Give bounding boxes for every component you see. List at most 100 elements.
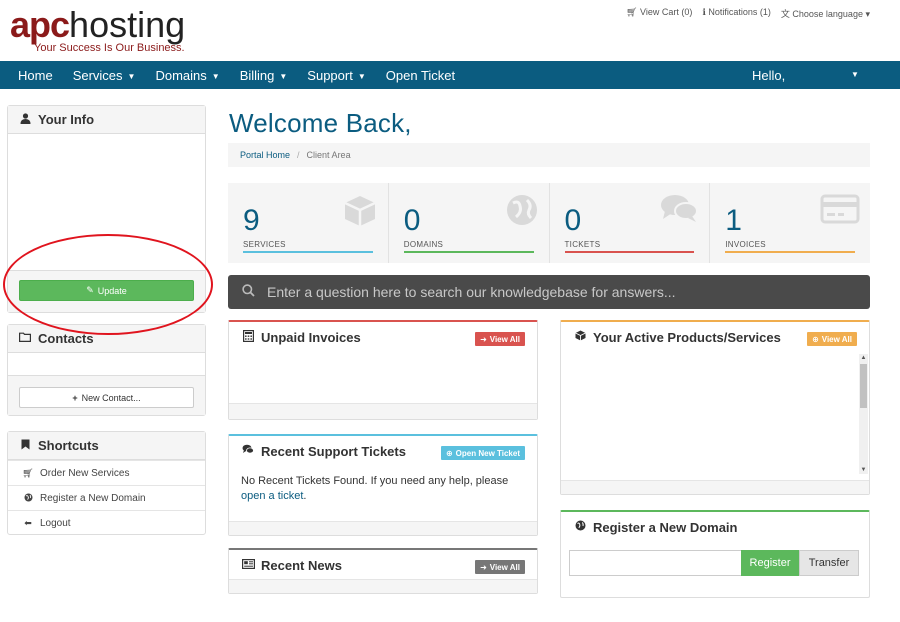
stat-value: 9 xyxy=(243,204,260,237)
logo-hosting: hosting xyxy=(69,4,186,45)
active-products-header: Your Active Products/Services ⊕ View All xyxy=(561,322,869,352)
nav-support[interactable]: Support ▼ xyxy=(297,68,375,83)
new-contact-label: New Contact... xyxy=(81,392,141,403)
recent-news-card: Recent News ➜ View All xyxy=(228,548,538,594)
update-info-button[interactable]: ✎ Update xyxy=(19,280,194,301)
knowledgebase-search-input[interactable] xyxy=(267,284,857,300)
breadcrumb: Portal Home / Client Area xyxy=(228,143,870,167)
stat-tile-domains[interactable]: 0 DOMAINS xyxy=(389,183,550,263)
caret-down-icon: ▼ xyxy=(127,71,136,81)
caret-down-icon: ▼ xyxy=(357,71,366,81)
recent-news-title: Recent News xyxy=(261,557,342,573)
newspaper-icon xyxy=(241,558,255,572)
no-tickets-message: No Recent Tickets Found. If you need any… xyxy=(241,474,526,504)
scroll-up-arrow-icon[interactable]: ▲ xyxy=(859,355,868,361)
shortcuts-title: Shortcuts xyxy=(38,438,99,453)
shortcut-order-new-services[interactable]: 🛒︎ Order New Services xyxy=(8,460,205,485)
cart-icon: 🛒︎ xyxy=(22,467,34,478)
notifications-link[interactable]: ℹ Notifications (1) xyxy=(702,7,770,20)
stat-accent-bar xyxy=(403,251,534,253)
notifications-label: Notifications (1) xyxy=(708,7,771,17)
active-products-view-all-button[interactable]: ⊕ View All xyxy=(807,332,857,346)
recent-news-header: Recent News ➜ View All xyxy=(229,550,537,580)
stat-accent-bar xyxy=(564,251,695,253)
logo-apc: apc xyxy=(10,4,70,45)
unpaid-invoices-header: Unpaid Invoices ➜ View All xyxy=(229,322,537,352)
no-tickets-text: No Recent Tickets Found. If you need any… xyxy=(241,475,509,487)
stats-tiles: 9 SERVICES 0 DOMAINS 0 TICKETS 1 INVOICE… xyxy=(228,183,870,263)
view-cart-link[interactable]: 🛒︎ View Cart (0) xyxy=(626,7,692,20)
unpaid-invoices-view-all-button[interactable]: ➜ View All xyxy=(475,332,525,346)
register-domain-header: Register a New Domain xyxy=(561,512,869,542)
page-title: Welcome Back, xyxy=(229,108,412,138)
active-products-card: Your Active Products/Services ⊕ View All … xyxy=(560,320,870,495)
arrow-circle-right-icon: ➜ xyxy=(480,562,487,572)
nav-billing[interactable]: Billing ▼ xyxy=(230,68,298,83)
stat-accent-bar xyxy=(243,251,373,253)
contacts-header: Contacts xyxy=(8,325,205,353)
top-utility-bar: 🛒︎ View Cart (0) ℹ Notifications (1) 文 C… xyxy=(626,7,870,20)
stat-label: SERVICES xyxy=(243,240,286,249)
logo-tagline: Your Success Is Our Business. xyxy=(34,42,185,54)
support-tickets-header: Recent Support Tickets ⊕ Open New Ticket xyxy=(229,436,537,466)
shortcut-register-domain[interactable]: Register a New Domain xyxy=(8,485,205,510)
info-icon: ℹ xyxy=(702,7,706,17)
breadcrumb-home-link[interactable]: Portal Home xyxy=(240,150,290,160)
main-navbar: Home Services ▼ Domains ▼ Billing ▼ Support… xyxy=(0,61,900,89)
unpaid-invoices-footer xyxy=(229,403,537,419)
view-cart-label: View Cart (0) xyxy=(640,7,693,17)
nav-open-ticket[interactable]: Open Ticket xyxy=(376,68,465,83)
search-icon xyxy=(242,284,255,300)
register-domain-button[interactable]: Register xyxy=(741,550,799,576)
view-all-label: View All xyxy=(821,334,852,344)
nav-home[interactable]: Home xyxy=(0,68,63,83)
stat-accent-bar xyxy=(725,251,855,253)
caret-down-icon: ▾ xyxy=(865,9,870,19)
arrow-circle-right-icon: ➜ xyxy=(480,334,487,344)
calculator-icon xyxy=(241,329,255,345)
scroll-down-arrow-icon[interactable]: ▼ xyxy=(859,467,868,473)
plus-icon: + xyxy=(72,392,78,403)
scrollbar-thumb[interactable] xyxy=(860,364,867,408)
nav-domains[interactable]: Domains ▼ xyxy=(145,68,229,83)
open-ticket-link[interactable]: open a ticket xyxy=(241,490,303,502)
view-all-label: View All xyxy=(489,334,520,344)
register-domain-card: Register a New Domain Register Transfer xyxy=(560,510,870,598)
site-logo[interactable]: apchosting Your Success Is Our Business. xyxy=(10,6,210,56)
nav-services[interactable]: Services ▼ xyxy=(63,68,146,83)
language-dropdown[interactable]: 文 Choose language ▾ xyxy=(781,7,870,20)
no-tickets-suffix: . xyxy=(303,490,307,502)
stat-tile-tickets[interactable]: 0 TICKETS xyxy=(550,183,711,263)
bookmark-icon xyxy=(18,439,32,453)
globe-icon xyxy=(505,193,539,232)
stat-tile-services[interactable]: 9 SERVICES xyxy=(228,183,389,263)
support-tickets-title: Recent Support Tickets xyxy=(261,443,406,459)
transfer-domain-button[interactable]: Transfer xyxy=(799,550,859,576)
stat-label: TICKETS xyxy=(564,240,601,249)
comments-icon xyxy=(241,444,255,458)
your-info-header: Your Info xyxy=(8,106,205,134)
view-all-label: View All xyxy=(489,562,520,572)
shortcut-logout[interactable]: ⬅ Logout xyxy=(8,510,205,535)
unpaid-invoices-card: Unpaid Invoices ➜ View All xyxy=(228,320,538,420)
nav-support-label: Support xyxy=(307,67,353,83)
account-menu-greeting[interactable]: Hello, xyxy=(752,68,785,83)
shortcuts-panel: Shortcuts 🛒︎ Order New Services Register… xyxy=(7,431,206,535)
domain-search-input[interactable] xyxy=(569,550,741,576)
arrow-left-icon: ⬅ xyxy=(24,517,32,528)
your-info-title: Your Info xyxy=(38,112,95,127)
account-caret-icon[interactable]: ▼ xyxy=(851,70,859,79)
recent-news-footer xyxy=(229,579,537,593)
new-contact-button[interactable]: + New Contact... xyxy=(19,387,194,408)
stat-tile-invoices[interactable]: 1 INVOICES xyxy=(710,183,870,263)
nav-open-ticket-label: Open Ticket xyxy=(385,67,456,83)
plus-circle-icon: ⊕ xyxy=(812,334,819,344)
nav-services-label: Services xyxy=(72,67,123,83)
products-list-scrollbar[interactable]: ▲ ▼ xyxy=(859,354,868,474)
shortcuts-header: Shortcuts xyxy=(8,432,205,460)
open-new-ticket-button[interactable]: ⊕ Open New Ticket xyxy=(440,446,525,460)
pencil-icon: ✎ xyxy=(86,285,94,295)
register-domain-title: Register a New Domain xyxy=(593,519,738,535)
nav-domains-label: Domains xyxy=(155,67,207,83)
recent-news-view-all-button[interactable]: ➜ View All xyxy=(475,560,525,574)
